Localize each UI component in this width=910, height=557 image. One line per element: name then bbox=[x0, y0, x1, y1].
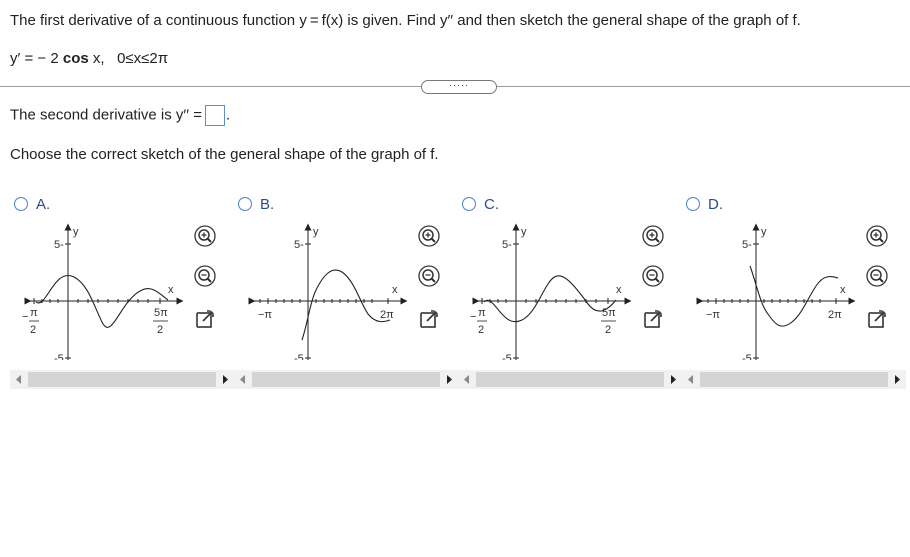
option-d[interactable]: D. bbox=[686, 194, 723, 214]
x-label: x bbox=[840, 284, 846, 296]
answer-input-box[interactable] bbox=[204, 105, 225, 126]
option-c-label: C. bbox=[484, 195, 499, 213]
zoom-out-icon[interactable] bbox=[418, 265, 440, 287]
radio-c[interactable] bbox=[462, 197, 476, 211]
scroll-thumb[interactable] bbox=[252, 372, 440, 387]
left-label-minus: − bbox=[470, 311, 476, 323]
x-label: x bbox=[616, 284, 622, 296]
right-label-den: 2 bbox=[605, 324, 611, 336]
right-label: 2π bbox=[380, 309, 394, 321]
zoom-out-icon[interactable] bbox=[642, 265, 664, 287]
option-b[interactable]: B. bbox=[238, 194, 274, 214]
scrollbar-b[interactable] bbox=[234, 370, 458, 389]
radio-d[interactable] bbox=[686, 197, 700, 211]
left-label-minus: − bbox=[22, 311, 28, 323]
zoom-in-icon[interactable] bbox=[418, 225, 440, 247]
y-top-label: 5- bbox=[294, 239, 304, 251]
left-label: −π bbox=[258, 309, 272, 321]
question-text: The first derivative of a continuous fun… bbox=[10, 12, 801, 29]
y-label: y bbox=[521, 226, 527, 238]
graph-c: y 5- -5 x − π 2 5π 2 bbox=[470, 223, 632, 360]
scroll-thumb[interactable] bbox=[28, 372, 216, 387]
option-a-label: A. bbox=[36, 195, 51, 213]
y-top-label: 5- bbox=[502, 239, 512, 251]
y-label: y bbox=[73, 226, 79, 238]
radio-b[interactable] bbox=[238, 197, 252, 211]
scroll-thumb[interactable] bbox=[700, 372, 888, 387]
left-label-den: 2 bbox=[478, 324, 484, 336]
y-top-label: 5- bbox=[742, 239, 752, 251]
open-window-icon[interactable] bbox=[194, 309, 216, 331]
open-window-icon[interactable] bbox=[418, 309, 440, 331]
left-label-den: 2 bbox=[30, 324, 36, 336]
scroll-thumb[interactable] bbox=[476, 372, 664, 387]
scrollbar-a[interactable] bbox=[10, 370, 234, 389]
y-top-label: 5- bbox=[54, 239, 64, 251]
curve-b bbox=[301, 269, 391, 341]
open-window-icon[interactable] bbox=[866, 309, 888, 331]
zoom-out-icon[interactable] bbox=[866, 265, 888, 287]
zoom-in-icon[interactable] bbox=[866, 225, 888, 247]
right-label-den: 2 bbox=[157, 324, 163, 336]
second-derivative-prompt: The second derivative is y′′ =. bbox=[10, 105, 230, 126]
y-bottom-label: -5 bbox=[502, 353, 512, 360]
choose-prompt: Choose the correct sketch of the general… bbox=[10, 146, 439, 163]
left-label: π bbox=[30, 307, 38, 319]
graph-a: y 5- -5 x − π 2 5π 2 bbox=[22, 223, 184, 360]
y-bottom-label: -5 bbox=[54, 353, 64, 360]
y-label: y bbox=[761, 226, 767, 238]
zoom-in-icon[interactable] bbox=[194, 225, 216, 247]
option-a[interactable]: A. bbox=[14, 194, 50, 214]
zoom-out-icon[interactable] bbox=[194, 265, 216, 287]
given-derivative: y′ = − 2 cos x, 0≤x≤2π bbox=[10, 50, 169, 67]
graph-b: y 5- -5 x −π 2π bbox=[248, 223, 408, 360]
scrollbar-c[interactable] bbox=[458, 370, 682, 389]
x-label: x bbox=[392, 284, 398, 296]
graph-d: y 5- -5 x −π 2π bbox=[696, 223, 856, 360]
right-label: 2π bbox=[828, 309, 842, 321]
zoom-in-icon[interactable] bbox=[642, 225, 664, 247]
option-d-label: D. bbox=[708, 195, 723, 213]
left-label: −π bbox=[706, 309, 720, 321]
scrollbar-d[interactable] bbox=[682, 370, 906, 389]
option-b-label: B. bbox=[260, 195, 275, 213]
expand-more-button[interactable]: ····· bbox=[421, 80, 497, 94]
radio-a[interactable] bbox=[14, 197, 28, 211]
curve-c bbox=[483, 275, 617, 323]
left-label: π bbox=[478, 307, 486, 319]
curve-d bbox=[749, 265, 839, 327]
y-bottom-label: -5 bbox=[294, 353, 304, 360]
option-c[interactable]: C. bbox=[462, 194, 499, 214]
y-label: y bbox=[313, 226, 319, 238]
open-window-icon[interactable] bbox=[642, 309, 664, 331]
x-label: x bbox=[168, 284, 174, 296]
right-label: 5π bbox=[154, 307, 168, 319]
right-label: 5π bbox=[602, 307, 616, 319]
y-bottom-label: -5 bbox=[742, 353, 752, 360]
